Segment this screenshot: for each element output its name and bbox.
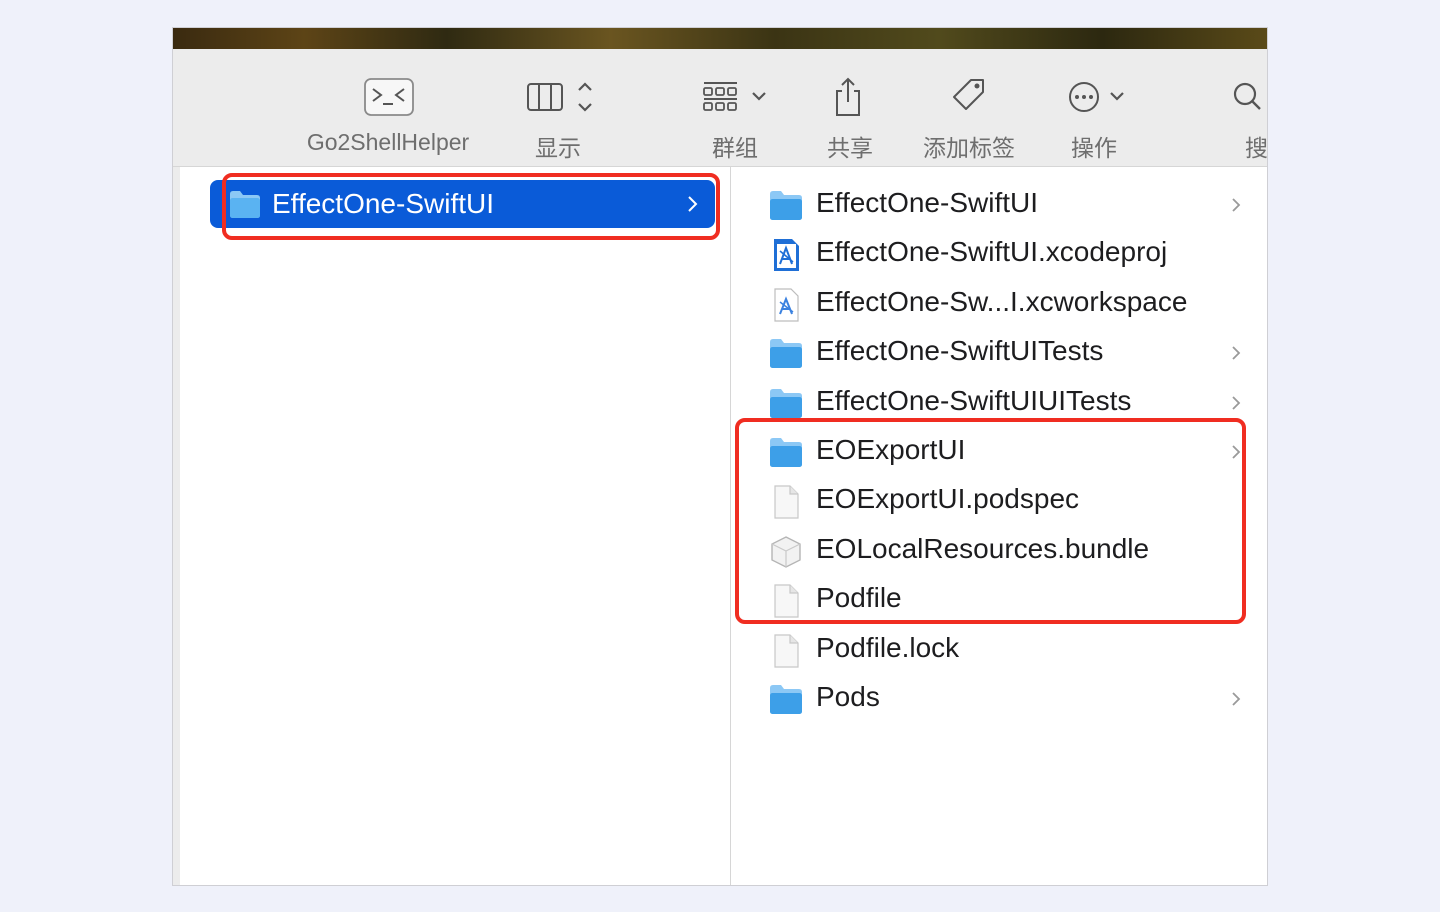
annotation-box-selected-folder [222,173,720,240]
file-row[interactable]: Podfile.lock [731,625,1267,674]
search-icon [1233,82,1261,110]
toolbar-tag-button[interactable]: 添加标签 [913,49,1023,167]
file-name: EffectOne-SwiftUIUITests [816,384,1132,416]
toolbar-group-button[interactable]: 群组 [695,49,775,167]
columns-view-icon [527,82,592,112]
group-grid-icon [703,82,766,111]
toolbar-search-button[interactable]: 搜索 [1221,49,1268,167]
file-name: EffectOne-SwiftUITests [816,335,1104,367]
file-name: EffectOne-Sw...I.xcworkspace [816,285,1188,317]
annotation-box-pod-files [735,418,1246,624]
folder-icon [768,682,804,718]
toolbar-go2shell-button[interactable]: Go2ShellHelper [293,49,483,167]
file-name: EffectOne-SwiftUI [816,187,1039,218]
file-row[interactable]: EffectOne-SwiftUITests [731,328,1267,377]
toolbar-view-button[interactable]: 显示 [518,49,598,167]
toolbar: Go2ShellHelper 显示 群组 共享 添加标签 操作 搜 [173,49,1267,167]
toolbar-action-button[interactable]: 操作 [1058,49,1138,167]
chevron-right-icon [1231,394,1241,417]
toolbar-label: 操作 [1071,135,1117,161]
toolbar-share-button[interactable]: 共享 [813,49,883,167]
file-row[interactable]: Pods [731,674,1267,723]
chevron-right-icon [1231,196,1241,219]
toolbar-label: 群组 [712,135,758,161]
file-name: EffectOne-SwiftUI.xcodeproj [816,236,1168,268]
toolbar-label: 搜索 [1245,135,1268,161]
file-row[interactable]: EffectOne-Sw...I.xcworkspace [731,279,1267,328]
share-icon [836,77,860,116]
terminal-icon [364,78,414,116]
chevron-right-icon [1231,344,1241,367]
toolbar-label: 添加标签 [923,135,1015,161]
document-icon [768,633,804,669]
xcworkspace-icon [768,287,804,323]
xcodeproj-icon [768,237,804,273]
desktop-wallpaper-strip [173,28,1267,49]
toolbar-label: 共享 [827,135,873,161]
folder-icon [768,386,804,422]
tag-icon [953,79,984,110]
toolbar-label: Go2ShellHelper [306,129,470,155]
file-row[interactable]: EffectOne-SwiftUI [731,180,1267,229]
file-row[interactable]: EffectOne-SwiftUI.xcodeproj [731,229,1267,278]
file-name: Podfile.lock [816,631,960,663]
ellipsis-circle-icon [1069,82,1124,112]
toolbar-label: 显示 [535,135,581,161]
finder-column-left: EffectOne-SwiftUI [173,167,731,885]
file-name: Pods [816,681,880,712]
chevron-right-icon [1231,690,1241,713]
folder-icon [768,336,804,372]
folder-icon [768,188,804,224]
